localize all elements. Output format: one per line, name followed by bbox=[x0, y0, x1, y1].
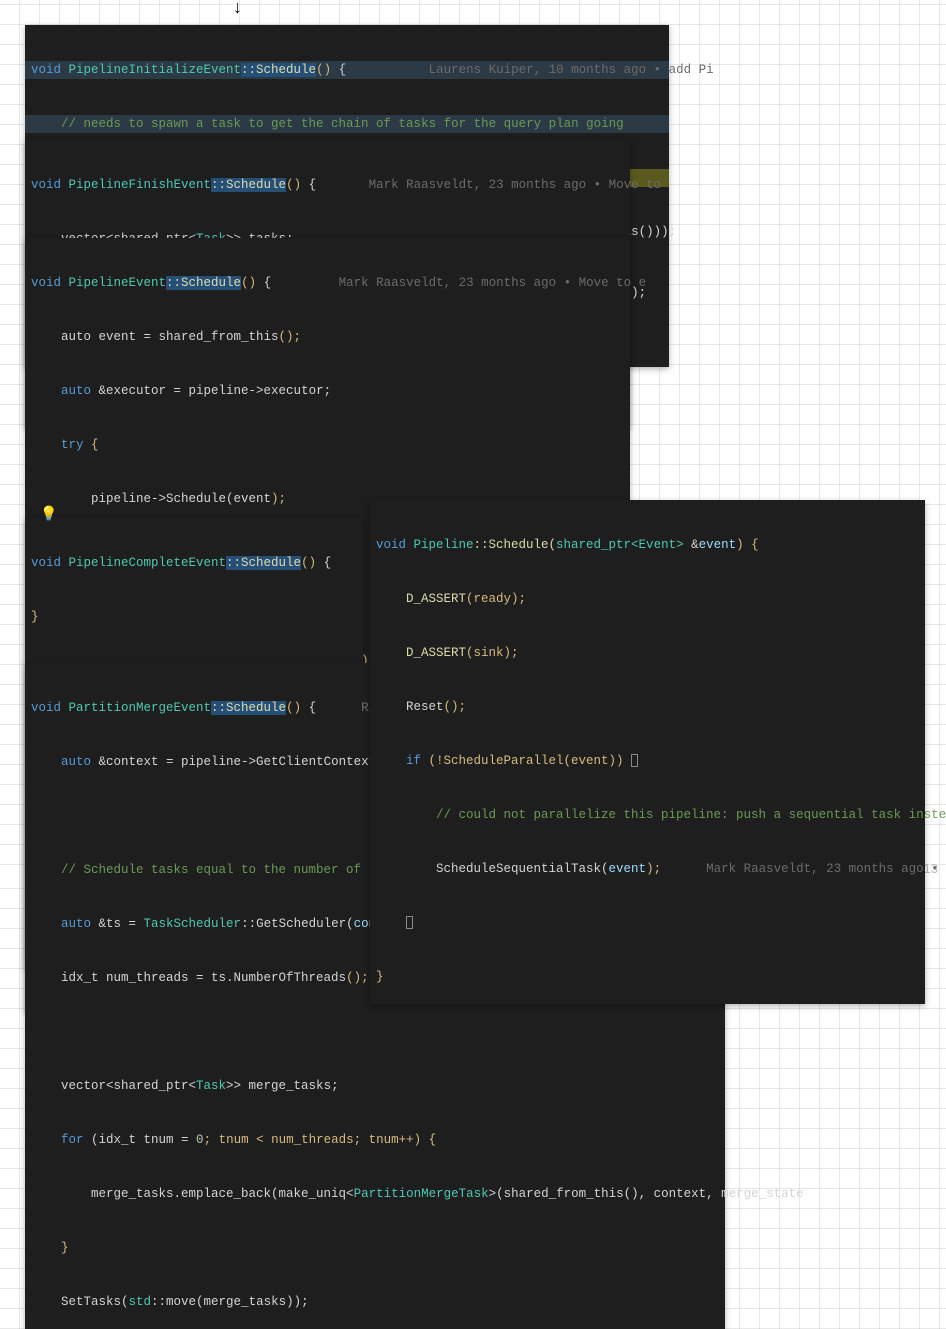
code-line[interactable]: ScheduleSequentialTask(event); Mark Raas… bbox=[370, 860, 925, 878]
code-line[interactable]: void PipelineInitializeEvent::Schedule()… bbox=[25, 61, 669, 79]
code-line[interactable]: for (idx_t tnum = 0; tnum < num_threads;… bbox=[25, 1131, 725, 1149]
code-line[interactable]: void Pipeline::Schedule(shared_ptr<Event… bbox=[370, 536, 925, 554]
code-line[interactable]: SetTasks(std::move(merge_tasks)); bbox=[25, 1293, 725, 1311]
code-line[interactable]: auto event = shared_from_this(); bbox=[25, 328, 630, 346]
code-line[interactable] bbox=[370, 914, 925, 932]
code-line[interactable]: // could not parallelize this pipeline: … bbox=[370, 806, 925, 824]
code-line[interactable]: D_ASSERT(ready); bbox=[370, 590, 925, 608]
code-line[interactable]: merge_tasks.emplace_back(make_uniq<Parti… bbox=[25, 1185, 725, 1203]
code-line[interactable] bbox=[25, 1023, 725, 1041]
git-blame: Mark Raasveldt, 23 months ago • Mov bbox=[706, 862, 946, 876]
cursor-marker bbox=[631, 754, 638, 767]
arrow-down-icon: ↓ bbox=[232, 0, 243, 18]
code-line[interactable]: // needs to spawn a task to get the chai… bbox=[25, 115, 669, 133]
git-blame: Mark Raasveldt, 23 months ago • Move to … bbox=[339, 276, 647, 290]
code-line[interactable]: vector<shared_ptr<Task>> merge_tasks; bbox=[25, 1077, 725, 1095]
lightbulb-icon[interactable]: 💡 bbox=[40, 506, 57, 523]
code-panel-pipeline-schedule: void Pipeline::Schedule(shared_ptr<Event… bbox=[370, 500, 925, 1004]
code-line[interactable]: } bbox=[370, 968, 925, 986]
code-line[interactable]: D_ASSERT(sink); bbox=[370, 644, 925, 662]
cursor-marker bbox=[406, 916, 413, 929]
code-line[interactable]: if (!ScheduleParallel(event)) bbox=[370, 752, 925, 770]
code-line[interactable]: try { bbox=[25, 436, 630, 454]
code-line[interactable]: void PipelineCompleteEvent::Schedule() { bbox=[25, 554, 363, 572]
code-line[interactable]: void PipelineFinishEvent::Schedule() { M… bbox=[25, 176, 630, 194]
code-line[interactable]: Reset(); bbox=[370, 698, 925, 716]
code-line[interactable]: void PipelineEvent::Schedule() { Mark Ra… bbox=[25, 274, 630, 292]
code-line[interactable]: } bbox=[25, 608, 363, 626]
git-blame: Mark Raasveldt, 23 months ago • Move to bbox=[369, 178, 669, 192]
code-line[interactable]: } bbox=[25, 1239, 725, 1257]
git-blame: Laurens Kuiper, 10 months ago • add Pi bbox=[429, 63, 714, 77]
code-line[interactable]: auto &executor = pipeline->executor; bbox=[25, 382, 630, 400]
